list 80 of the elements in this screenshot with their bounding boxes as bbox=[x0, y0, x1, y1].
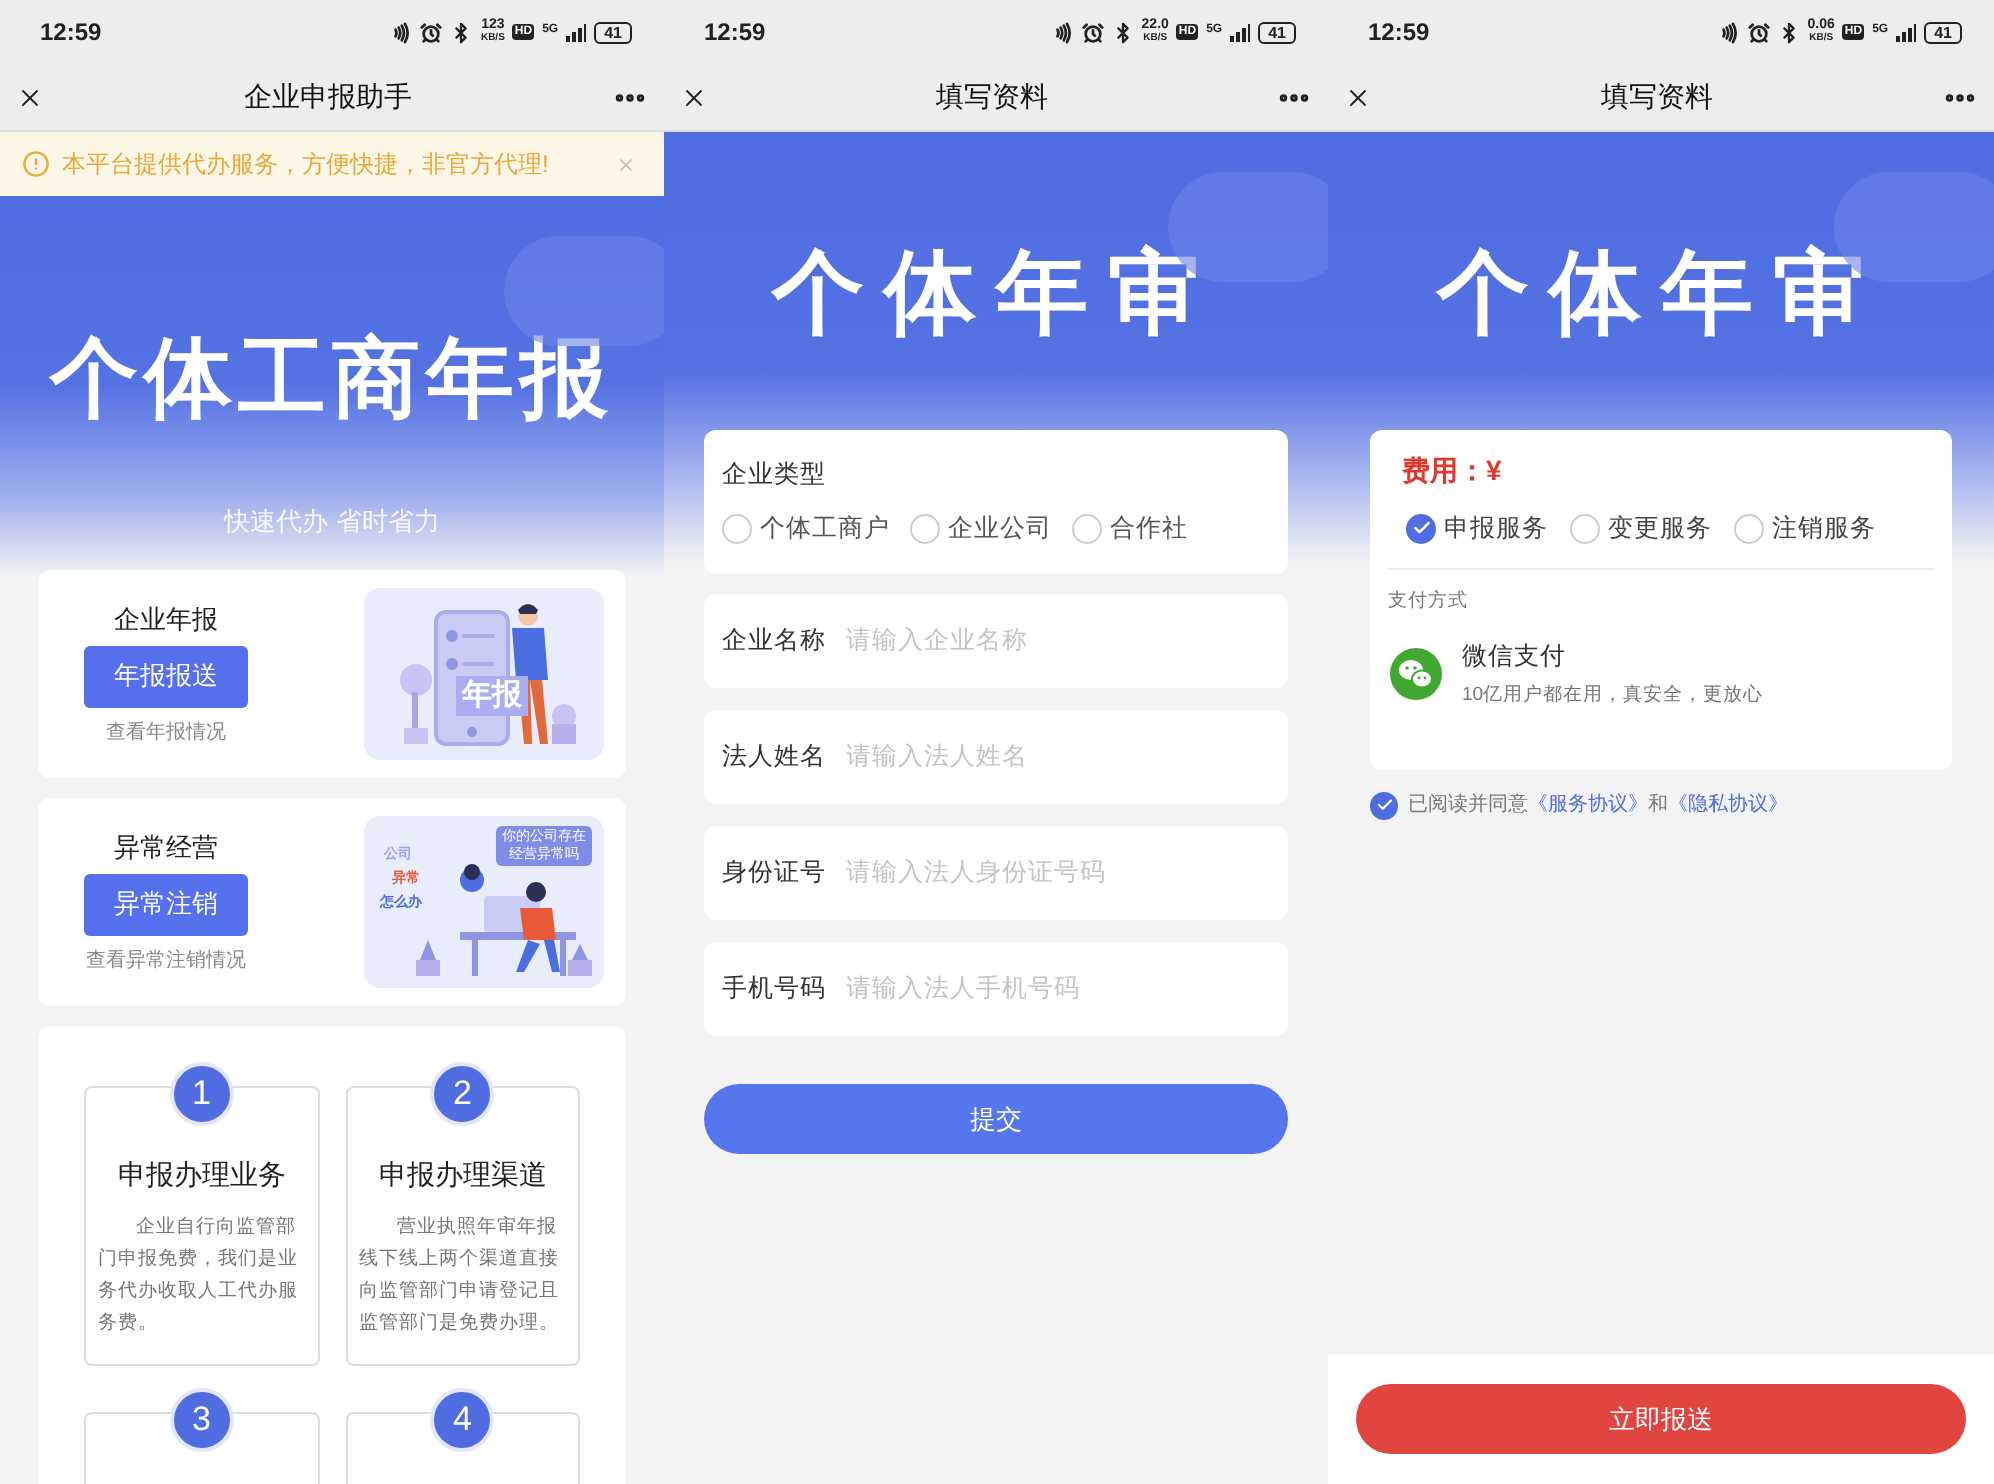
signal-icon bbox=[1230, 23, 1251, 41]
radio-checked[interactable] bbox=[1406, 513, 1436, 544]
step-description: 营业执照年审年报线下线上两个渠道直接向监管部门申请登记且监管部门是免费办理。 bbox=[359, 1214, 561, 1338]
step-title: 申报办理业务 bbox=[117, 1156, 286, 1194]
step-description: 企业自行向监管部门申报免费，我们是业务代办收取人工代办服务费。 bbox=[98, 1214, 300, 1338]
hero-subtitle: 快速代办 省时省力 bbox=[224, 504, 440, 540]
step-number: 1 bbox=[169, 1062, 234, 1126]
agreement-text: 已阅读并同意《服务协议》和《隐私协议》 bbox=[1408, 791, 1788, 820]
alert-icon bbox=[22, 150, 50, 178]
check-icon bbox=[1411, 518, 1431, 539]
step-number: 4 bbox=[430, 1388, 495, 1452]
battery-indicator: 41 bbox=[1258, 21, 1296, 43]
payment-method-name: 微信支付 bbox=[1462, 640, 1568, 674]
form-field[interactable]: 法人姓名 请输入法人姓名 bbox=[704, 710, 1288, 804]
agreement-link[interactable]: 《隐私协议》 bbox=[1668, 794, 1788, 816]
section-label: 支付方式 bbox=[1388, 587, 1470, 616]
radio-label: 注销服务 bbox=[1772, 512, 1876, 546]
form-field[interactable]: 手机号码 请输入法人手机号码 bbox=[704, 942, 1288, 1036]
illustration-label: 年报 bbox=[456, 676, 528, 716]
hero-title: 个体工商年报 bbox=[50, 332, 614, 428]
battery-indicator: 41 bbox=[1924, 21, 1962, 43]
radio-button[interactable] bbox=[1072, 513, 1102, 544]
field-label: 手机号码 bbox=[722, 972, 826, 1007]
field-label: 企业名称 bbox=[722, 624, 826, 659]
alarm-icon bbox=[1747, 21, 1770, 43]
check-icon bbox=[1375, 796, 1393, 814]
nfc-icon bbox=[1717, 21, 1740, 43]
input-field[interactable]: 请输入企业名称 bbox=[846, 622, 1270, 660]
status-time: 12:59 bbox=[40, 16, 102, 50]
agreement-checkbox[interactable] bbox=[1370, 791, 1398, 819]
status-time: 12:59 bbox=[1368, 16, 1430, 50]
service-button[interactable]: 异常注销 bbox=[84, 873, 248, 935]
submit-button[interactable]: 立即报送 bbox=[1356, 1384, 1966, 1454]
bluetooth-icon bbox=[450, 21, 473, 43]
radio-label: 申报服务 bbox=[1444, 512, 1548, 546]
radio-button[interactable] bbox=[910, 513, 940, 544]
input-field[interactable]: 请输入法人身份证号码 bbox=[846, 854, 1270, 892]
bluetooth-icon bbox=[1777, 21, 1800, 43]
form-field[interactable]: 企业名称 请输入企业名称 bbox=[704, 594, 1288, 688]
service-button[interactable]: 年报报送 bbox=[84, 645, 248, 707]
page-title: 填写资料 bbox=[936, 78, 1048, 116]
wechat-icon bbox=[1390, 648, 1442, 701]
alarm-icon bbox=[420, 21, 443, 43]
input-field[interactable]: 请输入法人姓名 bbox=[846, 738, 1270, 776]
notice-text: 本平台提供代办服务，方便快捷，非官方代理! bbox=[62, 148, 551, 182]
submit-button[interactable]: 提交 bbox=[704, 1084, 1288, 1154]
status-time: 12:59 bbox=[704, 16, 766, 50]
radio-button[interactable] bbox=[722, 513, 752, 544]
status-link[interactable]: 查看异常注销情况 bbox=[86, 945, 246, 975]
hero-title: 个体年审 bbox=[772, 242, 1220, 342]
radio-label: 企业公司 bbox=[948, 512, 1052, 546]
form-field[interactable]: 身份证号 请输入法人身份证号码 bbox=[704, 826, 1288, 920]
field-label: 身份证号 bbox=[722, 856, 826, 891]
field-label: 法人姓名 bbox=[722, 740, 826, 775]
alarm-icon bbox=[1081, 21, 1104, 43]
radio-label: 变更服务 bbox=[1608, 512, 1712, 546]
agreement-link[interactable]: 《服务协议》 bbox=[1528, 794, 1648, 816]
radio-button[interactable] bbox=[1570, 513, 1600, 544]
battery-indicator: 41 bbox=[594, 21, 632, 43]
step-number: 2 bbox=[430, 1062, 495, 1126]
payment-method-description: 10亿用户都在用，真安全，更放心 bbox=[1462, 682, 1764, 710]
radio-label: 合作社 bbox=[1110, 512, 1188, 546]
status-link[interactable]: 查看年报情况 bbox=[106, 717, 226, 747]
bluetooth-icon bbox=[1111, 21, 1134, 43]
radio-button[interactable] bbox=[1734, 513, 1764, 544]
fee-label: 费用：¥ bbox=[1400, 452, 1504, 488]
field-label: 企业类型 bbox=[722, 458, 828, 492]
page-title: 企业申报助手 bbox=[244, 78, 412, 116]
radio-label: 个体工商户 bbox=[760, 512, 890, 546]
service-title: 企业年报 bbox=[114, 601, 218, 637]
hero-title: 个体年审 bbox=[1437, 242, 1885, 342]
signal-icon bbox=[566, 23, 587, 41]
step-number: 3 bbox=[169, 1388, 234, 1452]
service-title: 异常经营 bbox=[114, 829, 218, 865]
page-title: 填写资料 bbox=[1601, 78, 1713, 116]
nfc-icon bbox=[1051, 21, 1074, 43]
signal-icon bbox=[1896, 23, 1917, 41]
step-title: 申报办理渠道 bbox=[378, 1156, 547, 1194]
nfc-icon bbox=[390, 21, 413, 43]
input-field[interactable]: 请输入法人手机号码 bbox=[846, 970, 1270, 1008]
